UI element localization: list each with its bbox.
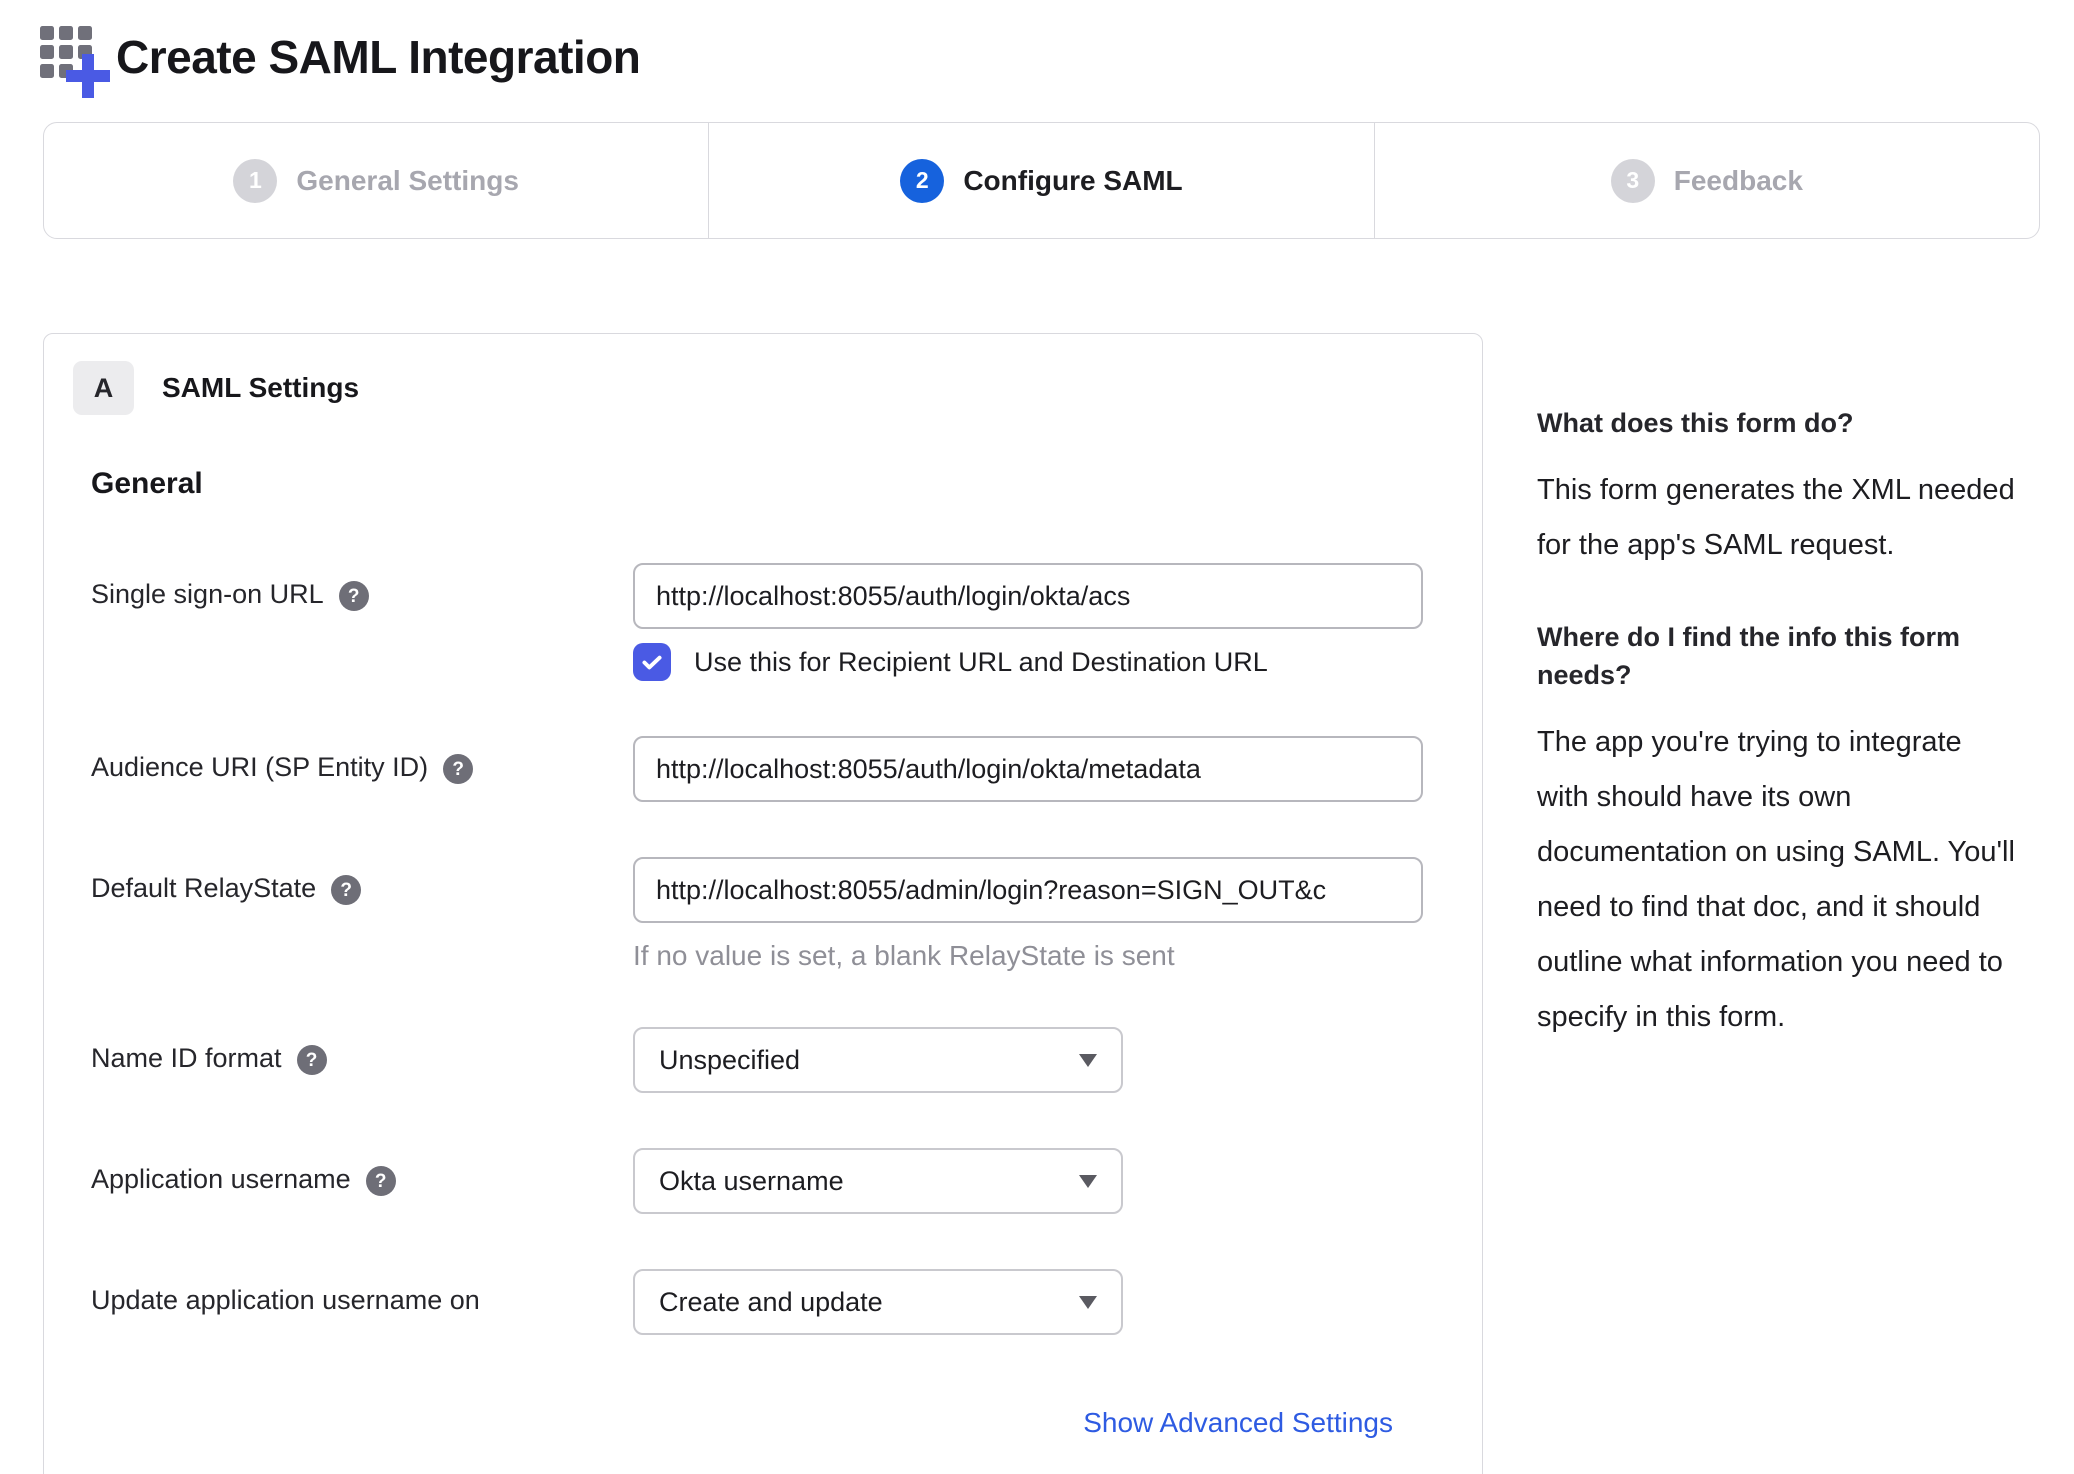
relay-state-label-wrap: Default RelayState	[91, 857, 633, 972]
application-username-select[interactable]: Okta username	[633, 1148, 1123, 1214]
form-row-audience-uri: Audience URI (SP Entity ID)	[91, 736, 1440, 802]
plus-icon	[66, 54, 110, 98]
step-3-number-badge: 3	[1610, 158, 1655, 203]
application-username-control: Okta username	[633, 1148, 1123, 1214]
name-id-format-select[interactable]: Unspecified	[633, 1027, 1123, 1093]
name-id-format-label: Name ID format	[91, 1043, 282, 1073]
sidebar-paragraph-what: This form generates the XML needed for t…	[1537, 473, 2015, 561]
wizard-stepper: 1 General Settings 2 Configure SAML 3 Fe…	[43, 122, 2040, 239]
recipient-url-checkbox-row: Use this for Recipient URL and Destinati…	[633, 643, 1423, 681]
help-sidebar: What does this form do? This form genera…	[1537, 333, 2027, 1091]
step-2-label: Configure SAML	[963, 164, 1183, 196]
content-area: A SAML Settings General Single sign-on U…	[43, 333, 2074, 1474]
update-username-select[interactable]: Create and update	[633, 1269, 1123, 1335]
grid-plus-icon	[40, 16, 112, 98]
sso-url-input[interactable]	[633, 563, 1423, 629]
update-username-value: Create and update	[659, 1286, 883, 1317]
step-3-label: Feedback	[1673, 164, 1803, 196]
relay-state-label: Default RelayState	[91, 873, 317, 903]
relay-state-control: If no value is set, a blank RelayState i…	[633, 857, 1423, 972]
step-2-number-badge: 2	[900, 158, 945, 203]
form-row-application-username: Application username Okta username	[91, 1148, 1440, 1214]
section-letter-badge: A	[73, 361, 134, 415]
update-username-label: Update application username on	[91, 1285, 480, 1315]
step-1-number-badge: 1	[233, 158, 278, 203]
checkmark-icon	[642, 655, 662, 670]
application-username-label: Application username	[91, 1164, 351, 1194]
section-header: A SAML Settings	[73, 361, 1440, 415]
show-advanced-settings-link[interactable]: Show Advanced Settings	[1083, 1407, 1393, 1438]
name-id-format-label-wrap: Name ID format	[91, 1027, 633, 1093]
name-id-format-control: Unspecified	[633, 1027, 1123, 1093]
step-feedback[interactable]: 3 Feedback	[1373, 123, 2039, 238]
audience-uri-label: Audience URI (SP Entity ID)	[91, 752, 429, 782]
update-username-control: Create and update	[633, 1269, 1123, 1335]
chevron-down-icon	[1079, 1174, 1097, 1188]
sso-url-label-wrap: Single sign-on URL	[91, 563, 633, 681]
step-1-label: General Settings	[296, 164, 519, 196]
name-id-format-value: Unspecified	[659, 1044, 801, 1075]
step-general-settings[interactable]: 1 General Settings	[44, 123, 708, 238]
section-title: SAML Settings	[162, 372, 360, 403]
chevron-down-icon	[1079, 1053, 1097, 1067]
group-heading-general: General	[91, 467, 203, 500]
form-row-update-username: Update application username on Create an…	[91, 1269, 1440, 1335]
chevron-down-icon	[1079, 1295, 1097, 1309]
sso-url-help-icon[interactable]	[338, 581, 369, 611]
audience-uri-control	[633, 736, 1423, 802]
relay-state-help-icon[interactable]	[331, 875, 362, 905]
application-username-label-wrap: Application username	[91, 1148, 633, 1214]
form-row-sso-url: Single sign-on URL Use this for Recipien…	[91, 563, 1440, 681]
audience-uri-label-wrap: Audience URI (SP Entity ID)	[91, 736, 633, 802]
advanced-settings-row: Show Advanced Settings	[91, 1407, 1393, 1439]
saml-settings-card: A SAML Settings General Single sign-on U…	[43, 333, 1483, 1474]
recipient-url-checkbox-label: Use this for Recipient URL and Destinati…	[694, 646, 1268, 677]
name-id-format-help-icon[interactable]	[296, 1045, 327, 1075]
step-configure-saml[interactable]: 2 Configure SAML	[708, 123, 1373, 238]
relay-state-input[interactable]	[633, 857, 1423, 923]
update-username-label-wrap: Update application username on	[91, 1269, 633, 1335]
saml-form: Single sign-on URL Use this for Recipien…	[73, 563, 1440, 1439]
sidebar-heading-what: What does this form do?	[1537, 408, 1854, 438]
page-title: Create SAML Integration	[116, 31, 641, 83]
form-row-name-id-format: Name ID format Unspecified	[91, 1027, 1440, 1093]
sso-url-label: Single sign-on URL	[91, 579, 324, 609]
recipient-url-checkbox[interactable]	[633, 643, 671, 681]
form-row-relay-state: Default RelayState If no value is set, a…	[91, 857, 1440, 972]
relay-state-helper-text: If no value is set, a blank RelayState i…	[633, 940, 1175, 971]
page-header: Create SAML Integration	[40, 16, 2074, 98]
audience-uri-help-icon[interactable]	[443, 754, 474, 784]
sidebar-paragraph-where: The app you're trying to integrate with …	[1537, 725, 2015, 1034]
application-username-value: Okta username	[659, 1165, 844, 1196]
audience-uri-input[interactable]	[633, 736, 1423, 802]
sso-url-control: Use this for Recipient URL and Destinati…	[633, 563, 1423, 681]
sidebar-heading-where: Where do I find the info this form needs…	[1537, 621, 1960, 690]
application-username-help-icon[interactable]	[365, 1166, 396, 1196]
